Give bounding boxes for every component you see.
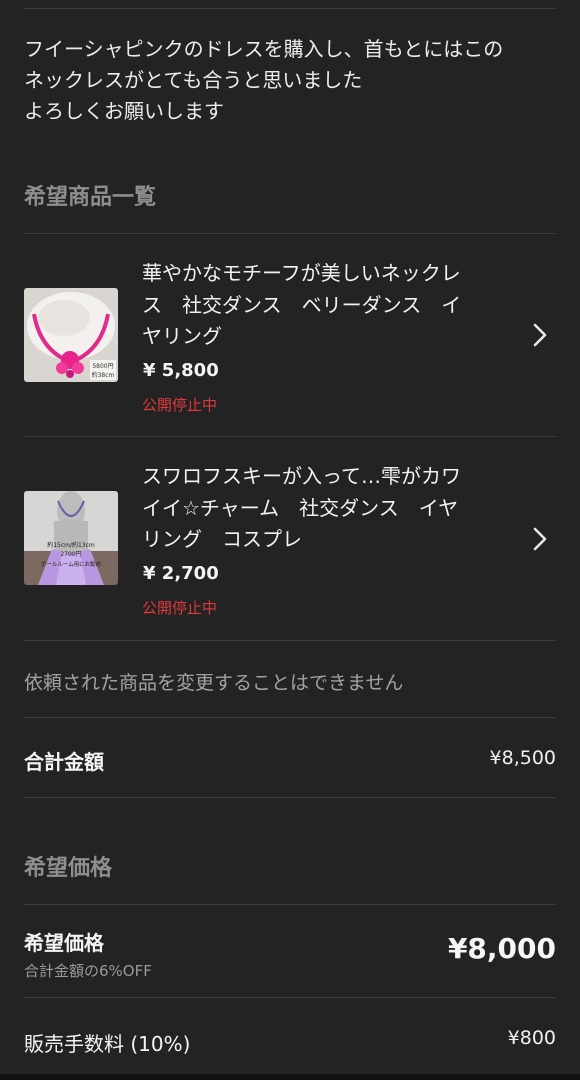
- discount-note: 合計金額の6%OFF: [24, 962, 152, 980]
- product-thumbnail: 5800円 約38cm: [24, 288, 118, 382]
- fee-value: ¥800: [507, 1027, 556, 1049]
- item-title: スワロフスキーが入って…雫がカワ イイ☆チャーム 社交ダンス イヤ リング コス…: [142, 461, 502, 556]
- desired-price-title: 希望価格: [24, 856, 113, 881]
- item-title-line: スワロフスキーが入って…雫がカワ: [142, 464, 461, 488]
- bottom-edge: [0, 1074, 580, 1080]
- item-title: 華やかなモチーフが美しいネックレ ス 社交ダンス ベリーダンス イ ヤリング: [142, 258, 502, 353]
- desired-price-value: ¥8,000: [447, 932, 556, 965]
- costume-image: 約15cm/約13cm 2700円 ボールルーム用にお勧め: [24, 491, 118, 585]
- fee-label: 販売手数料 (10%): [24, 1032, 191, 1056]
- item-title-line: ヤリング: [142, 324, 222, 348]
- request-message: フイーシャピンクのドレスを購入し、首もとにはこの ネックレスがとても合うと思いま…: [24, 34, 564, 127]
- top-divider: [24, 8, 556, 9]
- wish-item[interactable]: 5800円 約38cm 華やかなモチーフが美しいネックレ ス 社交ダンス ベリー…: [0, 234, 580, 436]
- item-title-line: ス 社交ダンス ベリーダンス イ: [142, 292, 462, 317]
- chevron-right-icon[interactable]: [526, 526, 552, 552]
- wish-item[interactable]: 約15cm/約13cm 2700円 ボールルーム用にお勧め スワロフスキーが入っ…: [0, 437, 580, 639]
- change-restriction-note: 依頼された商品を変更することはできません: [24, 672, 404, 694]
- section-divider: [24, 997, 556, 998]
- thumb-size-text: 約38cm: [92, 371, 115, 379]
- section-divider: [24, 717, 556, 718]
- wish-list-title: 希望商品一覧: [24, 185, 157, 210]
- chevron-right-icon[interactable]: [526, 322, 552, 348]
- product-thumbnail: 約15cm/約13cm 2700円 ボールルーム用にお勧め: [24, 491, 118, 585]
- item-title-line: イイ☆チャーム 社交ダンス イヤ: [142, 495, 459, 520]
- section-divider: [24, 904, 556, 905]
- message-line: フイーシャピンクのドレスを購入し、首もとにはこの: [24, 37, 504, 61]
- item-status-badge: 公開停止中: [142, 599, 218, 617]
- thumb-size-text: 約15cm/約13cm: [47, 541, 95, 549]
- total-label: 合計金額: [24, 750, 104, 774]
- message-line: ネックレスがとても合うと思いました: [24, 68, 363, 92]
- item-price: ¥ 2,700: [143, 563, 219, 584]
- item-status-badge: 公開停止中: [142, 396, 218, 414]
- item-title-line: リング コスプレ: [142, 527, 302, 551]
- thumb-note-text: ボールルーム用にお勧め: [41, 560, 101, 568]
- total-value: ¥8,500: [489, 747, 556, 769]
- necklace-image: 5800円 約38cm: [24, 288, 118, 382]
- section-divider: [24, 797, 556, 798]
- thumb-price-text: 2700円: [60, 551, 81, 558]
- item-title-line: 華やかなモチーフが美しいネックレ: [142, 261, 461, 285]
- item-price: ¥ 5,800: [143, 360, 219, 381]
- message-line: よろしくお願いします: [24, 99, 224, 123]
- item-divider: [24, 640, 556, 641]
- desired-price-label: 希望価格: [24, 931, 104, 955]
- thumb-price-text: 5800円: [92, 363, 113, 370]
